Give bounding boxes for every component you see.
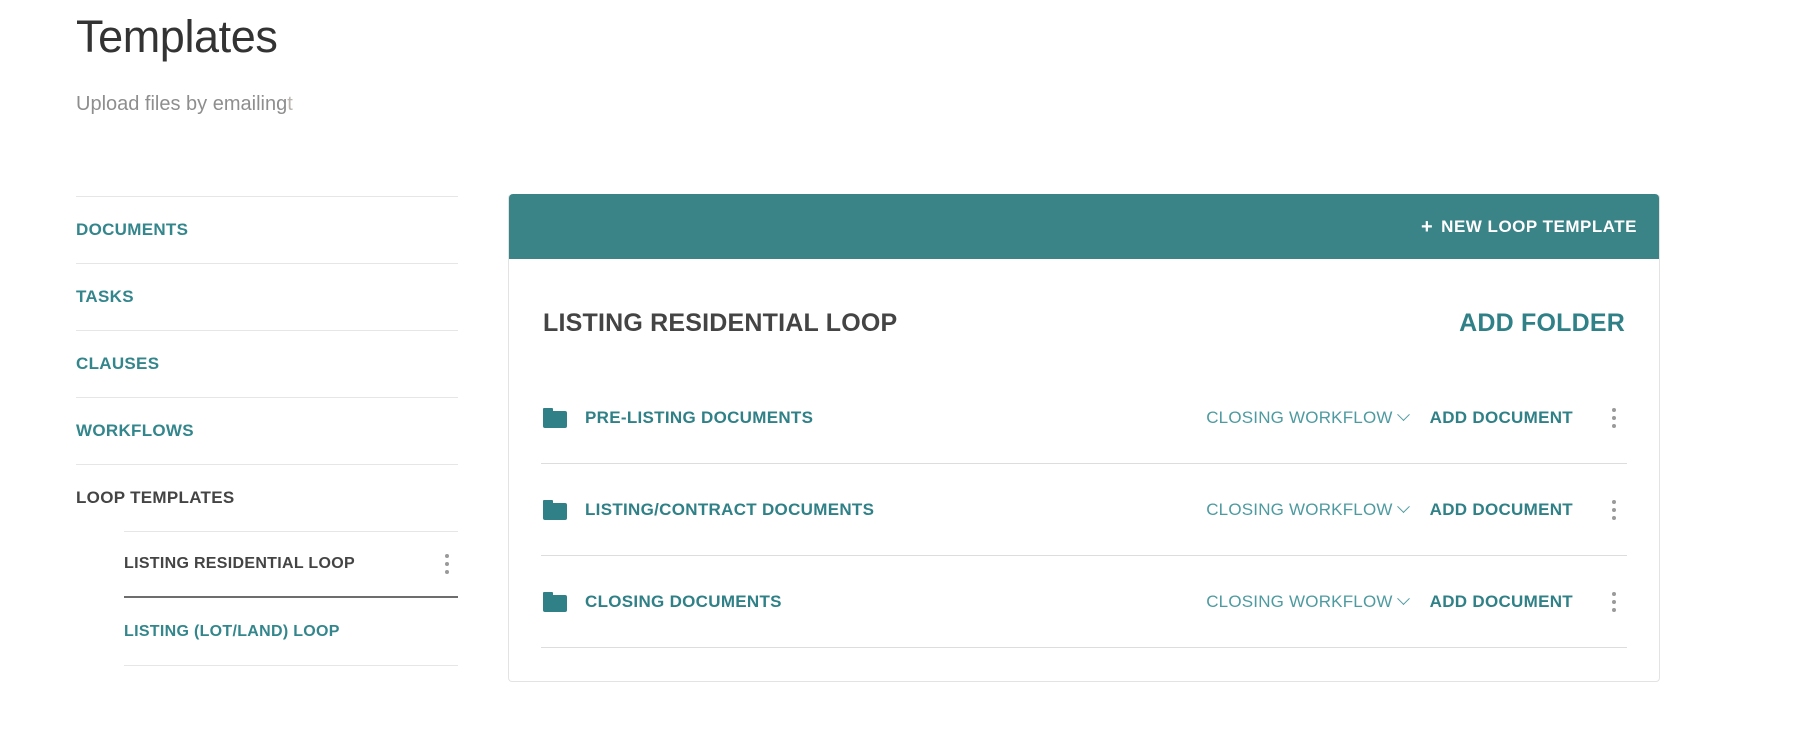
- kebab-menu-icon[interactable]: [1603, 493, 1625, 527]
- workflow-dropdown[interactable]: CLOSING WORKFLOW: [1206, 407, 1410, 428]
- sidebar-subitem-listing-lot-land-loop[interactable]: LISTING (LOT/LAND) LOOP: [124, 598, 458, 665]
- workflow-dropdown-label: CLOSING WORKFLOW: [1206, 407, 1393, 427]
- sidebar-item-documents[interactable]: DOCUMENTS: [76, 196, 458, 263]
- sidebar-item-label: LOOP TEMPLATES: [76, 488, 235, 507]
- sidebar-item-label: TASKS: [76, 287, 134, 306]
- add-document-button[interactable]: ADD DOCUMENT: [1430, 408, 1573, 428]
- new-loop-template-button[interactable]: + NEW LOOP TEMPLATE: [1421, 217, 1637, 237]
- chevron-down-icon: [1396, 592, 1410, 606]
- folder-name-link[interactable]: LISTING/CONTRACT DOCUMENTS: [585, 500, 874, 520]
- folder-name-link[interactable]: PRE-LISTING DOCUMENTS: [585, 408, 813, 428]
- kebab-menu-icon[interactable]: [436, 547, 458, 581]
- card-title: LISTING RESIDENTIAL LOOP: [543, 309, 898, 337]
- kebab-menu-icon[interactable]: [1603, 585, 1625, 619]
- folder-icon: [543, 591, 567, 612]
- sidebar-item-clauses[interactable]: CLAUSES: [76, 330, 458, 397]
- folder-row: PRE-LISTING DOCUMENTS CLOSING WORKFLOW A…: [541, 372, 1627, 464]
- workflow-dropdown[interactable]: CLOSING WORKFLOW: [1206, 591, 1410, 612]
- card-body: LISTING RESIDENTIAL LOOP ADD FOLDER PRE-…: [509, 259, 1659, 648]
- sidebar-item-label: WORKFLOWS: [76, 421, 194, 440]
- folder-icon: [543, 407, 567, 428]
- workflow-dropdown-label: CLOSING WORKFLOW: [1206, 499, 1393, 519]
- sidebar-nav: DOCUMENTS TASKS CLAUSES WORKFLOWS LOOP T…: [76, 196, 458, 666]
- loop-template-card: + NEW LOOP TEMPLATE LISTING RESIDENTIAL …: [508, 194, 1660, 682]
- card-header-bar: + NEW LOOP TEMPLATE: [509, 194, 1659, 259]
- add-document-button[interactable]: ADD DOCUMENT: [1430, 592, 1573, 612]
- sidebar-subitem-listing-residential-loop[interactable]: LISTING RESIDENTIAL LOOP: [124, 531, 458, 598]
- folder-row: LISTING/CONTRACT DOCUMENTS CLOSING WORKF…: [541, 464, 1627, 556]
- page-subtitle-text: Upload files by emailing: [76, 93, 288, 115]
- sidebar-bottom-divider: [124, 665, 458, 666]
- sidebar-item-tasks[interactable]: TASKS: [76, 263, 458, 330]
- kebab-menu-icon[interactable]: [1603, 401, 1625, 435]
- add-folder-button[interactable]: ADD FOLDER: [1459, 309, 1625, 338]
- sidebar-item-loop-templates[interactable]: LOOP TEMPLATES: [76, 464, 458, 531]
- new-loop-template-label: NEW LOOP TEMPLATE: [1441, 216, 1637, 236]
- folder-list: PRE-LISTING DOCUMENTS CLOSING WORKFLOW A…: [541, 372, 1627, 648]
- page-header: Templates Upload files by emailingt: [76, 0, 296, 116]
- sidebar-item-workflows[interactable]: WORKFLOWS: [76, 397, 458, 464]
- sidebar-item-label: DOCUMENTS: [76, 220, 189, 239]
- folder-name-link[interactable]: CLOSING DOCUMENTS: [585, 592, 782, 612]
- page-title: Templates: [76, 11, 278, 62]
- workflow-dropdown-label: CLOSING WORKFLOW: [1206, 591, 1393, 611]
- card-title-row: LISTING RESIDENTIAL LOOP ADD FOLDER: [541, 259, 1627, 338]
- add-document-button[interactable]: ADD DOCUMENT: [1430, 500, 1573, 520]
- folder-row: CLOSING DOCUMENTS CLOSING WORKFLOW ADD D…: [541, 556, 1627, 648]
- workflow-dropdown[interactable]: CLOSING WORKFLOW: [1206, 499, 1410, 520]
- plus-icon: +: [1420, 215, 1434, 238]
- page-subtitle: Upload files by emailingt: [76, 64, 296, 116]
- sidebar-item-label: CLAUSES: [76, 354, 160, 373]
- chevron-down-icon: [1396, 408, 1410, 422]
- subtitle-truncated-icon: t: [287, 93, 293, 115]
- sidebar-subitem-label: LISTING (LOT/LAND) LOOP: [124, 622, 340, 640]
- sidebar-subitem-label: LISTING RESIDENTIAL LOOP: [124, 555, 355, 572]
- folder-icon: [543, 499, 567, 520]
- chevron-down-icon: [1396, 500, 1410, 514]
